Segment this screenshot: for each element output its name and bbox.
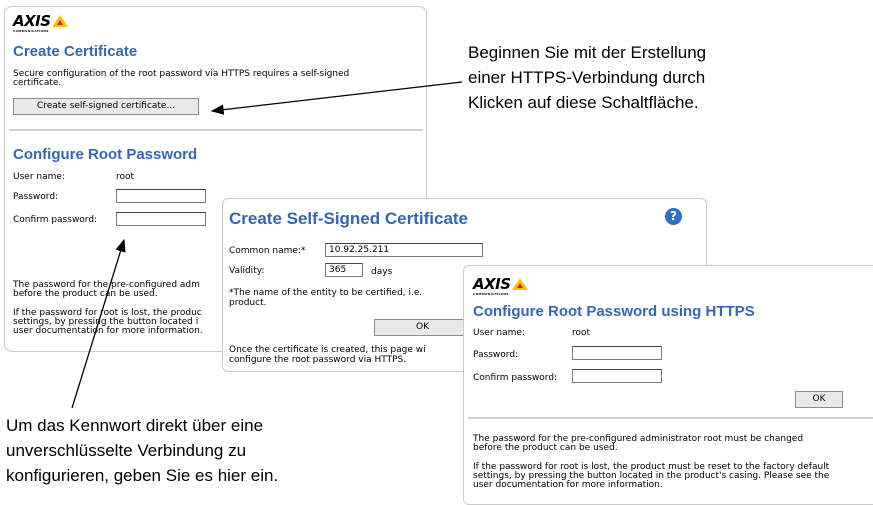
callout-line: Klicken auf diese Schaltfläche. <box>468 93 699 112</box>
arrow-to-create-cert-button <box>210 81 463 115</box>
callout-line: einer HTTPS-Verbindung durch <box>468 68 706 87</box>
callout-top-right: Beginnen Sie mit der Erstellung einer HT… <box>468 40 706 115</box>
callout-line: unverschlüsselte Verbindung zu <box>6 441 247 460</box>
callout-line: Beginnen Sie mit der Erstellung <box>468 43 707 62</box>
callout-line: konfigurieren, geben Sie es hier ein. <box>6 466 279 485</box>
arrow-to-password-field <box>71 238 126 409</box>
callout-line: Um das Kennwort direkt über eine <box>6 416 264 435</box>
callout-bottom-left: Um das Kennwort direkt über eine unversc… <box>6 413 278 488</box>
